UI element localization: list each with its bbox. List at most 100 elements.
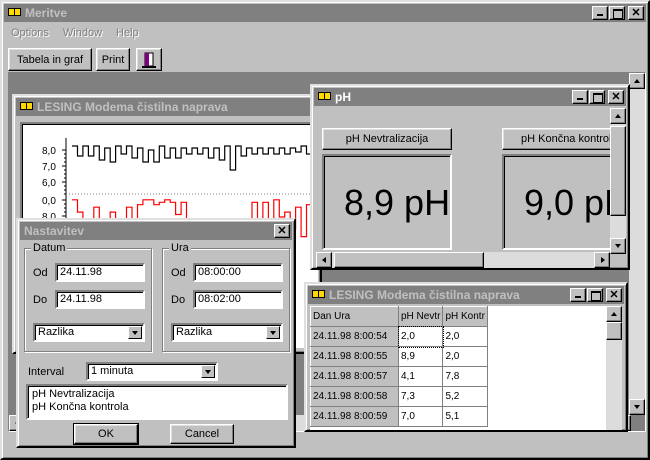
table-cell[interactable]: 2,0 — [397, 325, 444, 348]
table-cell[interactable]: 7,8 — [442, 366, 488, 387]
mdi-scroll-up[interactable] — [629, 73, 645, 89]
dialog-close-button[interactable]: ✕ — [274, 224, 290, 238]
table-row[interactable]: 24.11.98 8:00:59 7,0 5,1 — [310, 406, 488, 427]
window-icon — [312, 289, 325, 301]
ph-scroll-left[interactable] — [316, 252, 332, 268]
table-row[interactable]: 24.11.98 8:00:55 8,9 2,0 — [310, 346, 488, 367]
ura-mode-select[interactable]: Razlika — [171, 323, 283, 342]
table-viewport: Dan Ura pH Nevtr pH Kontr 24.11.98 8:00:54 2… — [310, 306, 606, 430]
table-scroll-thumb[interactable] — [606, 322, 622, 340]
table-cell[interactable]: 24.11.98 8:00:59 — [310, 406, 399, 427]
ph-window-titlebar[interactable]: pH ✕ — [314, 88, 626, 106]
close-button[interactable]: ✕ — [628, 6, 644, 20]
print-button[interactable]: Print — [96, 48, 130, 71]
interval-label: Interval — [28, 366, 65, 378]
table-cell[interactable]: 2,0 — [442, 326, 488, 347]
series-line-1 — [72, 145, 312, 171]
datum-group: Datum Od 24.11.98 Do 24.11.98 Razlika — [24, 242, 152, 352]
table-header-cell[interactable]: pH Nevtr — [397, 306, 444, 327]
exit-door-icon — [142, 52, 156, 68]
table-window-titlebar[interactable]: LESING Modema čistilna naprava ✕ — [308, 286, 624, 304]
table-row[interactable]: 24.11.98 8:00:57 4,1 7,8 — [310, 366, 488, 387]
ph-hscrollbar[interactable] — [316, 252, 610, 268]
ph-koncna-label[interactable]: pH Končna kontrola — [502, 128, 610, 150]
menu-options[interactable]: Options — [4, 27, 56, 39]
table-graph-button[interactable]: Tabela in graf — [8, 48, 92, 71]
list-item[interactable]: pH Nevtralizacija — [32, 388, 282, 401]
table-cell[interactable]: 7,0 — [397, 406, 444, 427]
table-row[interactable]: 24.11.98 8:00:58 7,3 5,2 — [310, 386, 488, 407]
ph-window: pH ✕ pH Nevtralizacija 8,9 pH pH Končna … — [310, 84, 630, 270]
menu-bar: Options Window Help — [4, 24, 146, 42]
table-header-cell[interactable]: Dan Ura — [310, 306, 399, 327]
table-cell[interactable]: 8,9 — [397, 346, 444, 367]
table-minimize-button[interactable] — [570, 288, 586, 302]
main-titlebar[interactable]: Meritve ✕ — [4, 4, 646, 22]
datum-mode-select[interactable]: Razlika — [33, 323, 145, 342]
dialog-titlebar[interactable]: Nastavitev ✕ — [20, 222, 292, 240]
table-scroll-up[interactable] — [606, 306, 622, 322]
list-item[interactable]: pH Končna kontrola — [32, 401, 282, 414]
table-cell[interactable]: 5,2 — [442, 386, 488, 407]
table-cell[interactable]: 7,3 — [397, 386, 444, 407]
table-cell[interactable]: 24.11.98 8:00:58 — [310, 386, 399, 407]
ura-do-field[interactable]: 08:02:00 — [193, 290, 283, 309]
chevron-down-icon[interactable] — [128, 326, 142, 339]
table-cell[interactable]: 5,1 — [442, 406, 488, 427]
exit-door-button[interactable] — [136, 48, 162, 71]
ph-minimize-button[interactable] — [572, 90, 588, 104]
ph-hscroll-thumb[interactable] — [334, 252, 484, 268]
datum-od-field[interactable]: 24.11.98 — [55, 263, 145, 282]
minimize-button[interactable] — [592, 6, 608, 20]
ph-scroll-right[interactable] — [594, 252, 610, 268]
chart-window-titlebar[interactable]: LESING Modema čistilna naprava — [16, 98, 318, 116]
cancel-button[interactable]: Cancel — [170, 424, 234, 444]
menu-window[interactable]: Window — [56, 27, 109, 39]
sensor-list[interactable]: pH Nevtralizacija pH Končna kontrola — [26, 384, 288, 420]
table-header-cell[interactable]: pH Kontr — [442, 306, 488, 327]
data-table: Dan Ura pH Nevtr pH Kontr 24.11.98 8:00:54 2… — [310, 306, 488, 427]
ph-close-button[interactable]: ✕ — [608, 90, 624, 104]
table-cell[interactable]: 24.11.98 8:00:57 — [310, 366, 399, 387]
ph-vscrollbar[interactable] — [610, 108, 626, 254]
interval-select[interactable]: 1 minuta — [86, 362, 218, 381]
maximize-button[interactable] — [609, 6, 625, 20]
table-window-title: LESING Modema čistilna naprava — [329, 288, 520, 302]
table-cell[interactable]: 24.11.98 8:00:54 — [310, 326, 399, 347]
app-icon — [8, 7, 21, 19]
ok-button[interactable]: OK — [73, 423, 139, 445]
ph-scroll-thumb[interactable] — [610, 126, 626, 216]
ph-panels-viewport: pH Nevtralizacija 8,9 pH pH Končna kontr… — [316, 108, 610, 254]
mdi-scroll-down[interactable] — [629, 399, 645, 415]
menu-help[interactable]: Help — [109, 27, 146, 39]
main-window: Meritve ✕ Options Window Help Tabela in … — [0, 0, 650, 460]
upper-tick-label: 7,0 — [42, 162, 56, 173]
chevron-down-icon[interactable] — [201, 365, 215, 378]
ph-maximize-button[interactable] — [589, 90, 605, 104]
ph-koncna-value: 9,0 pH — [524, 182, 610, 223]
table-vscrollbar[interactable] — [606, 306, 622, 430]
table-header-row: Dan Ura pH Nevtr pH Kontr — [310, 306, 488, 327]
chart-window-title: LESING Modema čistilna naprava — [37, 100, 228, 114]
ph-scroll-up[interactable] — [610, 108, 626, 124]
table-cell[interactable]: 2,0 — [442, 346, 488, 367]
datum-do-field[interactable]: 24.11.98 — [55, 290, 145, 309]
ph-scroll-down[interactable] — [610, 238, 626, 254]
table-cell[interactable]: 24.11.98 8:00:55 — [310, 346, 399, 367]
ph-nevtralizacija-display: 8,9 pH — [322, 154, 452, 250]
table-cell[interactable]: 4,1 — [397, 366, 444, 387]
table-maximize-button[interactable] — [587, 288, 603, 302]
chevron-down-icon[interactable] — [266, 326, 280, 339]
ph-nevtralizacija-value: 8,9 pH — [344, 182, 451, 223]
table-row[interactable]: 24.11.98 8:00:54 2,0 2,0 — [310, 325, 488, 348]
ph-nevtralizacija-label[interactable]: pH Nevtralizacija — [322, 128, 452, 150]
ura-od-field[interactable]: 08:00:00 — [193, 263, 283, 282]
datum-do-label: Do — [33, 294, 48, 306]
mdi-vscrollbar[interactable] — [629, 73, 645, 415]
ph-window-title: pH — [335, 90, 351, 104]
datum-group-label: Datum — [31, 242, 68, 254]
datum-mode-value: Razlika — [38, 326, 75, 338]
table-close-button[interactable]: ✕ — [606, 288, 622, 302]
dialog-title: Nastavitev — [24, 224, 85, 238]
upper-tick-label: 8,0 — [42, 146, 56, 157]
